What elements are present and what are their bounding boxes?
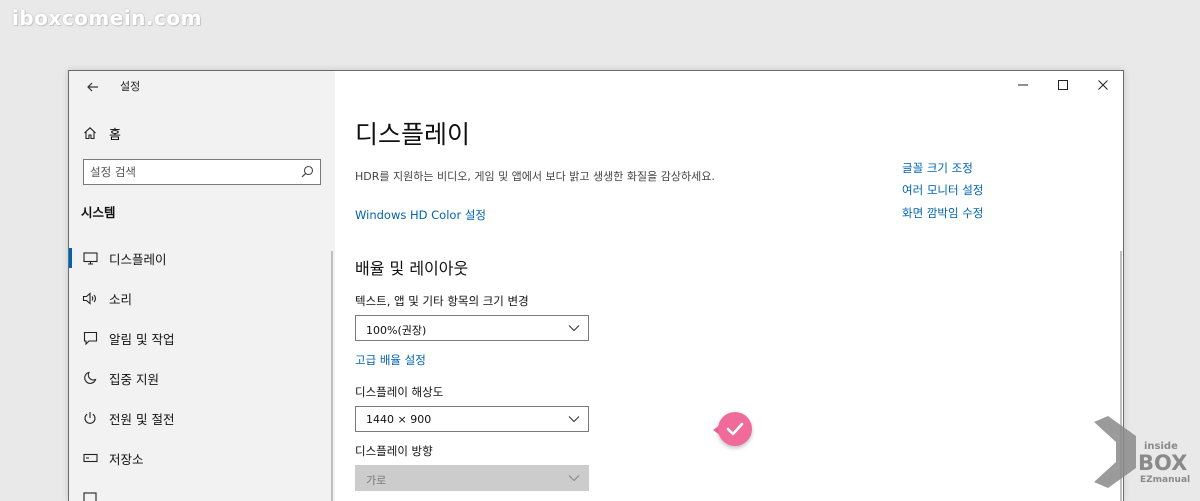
back-arrow-icon xyxy=(87,82,98,92)
sidebar-item-label: 집중 지원 xyxy=(109,371,159,387)
sidebar-item-label: 전원 및 절전 xyxy=(109,411,175,427)
home-icon xyxy=(84,127,96,140)
sidebar: 설정 홈 시스템 디스플레이 소리 알림 및 작업 xyxy=(69,71,335,501)
sidebar-item-label: 소리 xyxy=(109,291,133,307)
storage-icon xyxy=(81,449,99,467)
screen-flicker-link[interactable]: 화면 깜박임 수정 xyxy=(902,205,983,221)
watermark-text: iboxcomein.com xyxy=(12,6,202,30)
main-panel: 디스플레이 HDR를 지원하는 비디오, 게임 및 앱에서 보다 밝고 생생한 … xyxy=(335,71,1123,501)
hdr-color-link[interactable]: Windows HD Color 설정 xyxy=(355,207,486,223)
scale-layout-heading: 배율 및 레이아웃 xyxy=(355,259,469,278)
back-button[interactable] xyxy=(81,77,105,97)
notification-icon xyxy=(81,329,99,347)
search-icon xyxy=(301,165,314,178)
sidebar-item-home[interactable]: 홈 xyxy=(83,123,121,143)
monitor-icon xyxy=(81,249,99,267)
speaker-icon xyxy=(81,289,99,307)
sidebar-item-label: 디스플레이 xyxy=(109,251,167,267)
sidebar-item-label: 알림 및 작업 xyxy=(109,331,175,347)
checkmark-icon xyxy=(726,422,744,436)
checkmark-badge xyxy=(718,412,752,446)
sidebar-scrollbar[interactable] xyxy=(331,251,333,501)
chevron-down-icon xyxy=(568,325,580,332)
search-input[interactable] xyxy=(90,164,290,180)
moon-icon xyxy=(81,369,99,387)
orientation-label: 디스플레이 방향 xyxy=(355,444,433,458)
window-title: 설정 xyxy=(120,80,141,93)
text-size-dropdown[interactable]: 100%(권장) xyxy=(355,315,589,341)
sidebar-item-notifications[interactable]: 알림 및 작업 xyxy=(69,324,335,352)
multi-monitor-link[interactable]: 여러 모니터 설정 xyxy=(902,182,983,198)
window-controls xyxy=(1003,71,1123,99)
hdr-description: HDR를 지원하는 비디오, 게임 및 앱에서 보다 밝고 생생한 화질을 감상… xyxy=(355,170,715,183)
chevron-down-icon xyxy=(568,475,580,482)
logo-text-middle: BOX xyxy=(1138,451,1187,475)
close-icon xyxy=(1098,80,1108,90)
section-title: 시스템 xyxy=(81,205,116,220)
logo-text-bottom: EZmanual xyxy=(1140,475,1190,485)
tablet-icon xyxy=(81,489,99,501)
power-icon xyxy=(81,409,99,427)
font-size-link[interactable]: 글꼴 크기 조정 xyxy=(902,160,973,176)
settings-window: 설정 홈 시스템 디스플레이 소리 알림 및 작업 xyxy=(68,70,1124,501)
sidebar-item-focus-assist[interactable]: 집중 지원 xyxy=(69,364,335,392)
sidebar-item-storage[interactable]: 저장소 xyxy=(69,444,335,472)
dropdown-value: 100%(권장) xyxy=(366,324,427,337)
dropdown-value: 1440 × 900 xyxy=(366,413,432,426)
search-field[interactable] xyxy=(83,159,321,185)
page-title: 디스플레이 xyxy=(355,120,471,149)
home-label: 홈 xyxy=(109,127,121,143)
maximize-button[interactable] xyxy=(1043,71,1083,99)
maximize-icon xyxy=(1058,80,1068,90)
sidebar-item-partial xyxy=(69,484,335,501)
orientation-dropdown[interactable]: 가로 xyxy=(355,465,589,491)
advanced-scaling-link[interactable]: 고급 배율 설정 xyxy=(355,352,426,368)
resolution-label: 디스플레이 해상도 xyxy=(355,385,444,399)
resolution-dropdown[interactable]: 1440 × 900 xyxy=(355,406,589,432)
close-button[interactable] xyxy=(1083,71,1123,99)
sidebar-item-power[interactable]: 전원 및 절전 xyxy=(69,404,335,432)
sidebar-item-label: 저장소 xyxy=(109,451,144,467)
insidebox-logo: inside BOX EZmanual xyxy=(1094,416,1190,488)
sidebar-item-sound[interactable]: 소리 xyxy=(69,284,335,312)
minimize-button[interactable] xyxy=(1003,71,1043,99)
dropdown-value: 가로 xyxy=(366,474,387,487)
chevron-down-icon xyxy=(568,416,580,423)
text-size-label: 텍스트, 앱 및 기타 항목의 크기 변경 xyxy=(355,294,529,308)
minimize-icon xyxy=(1018,84,1028,86)
sidebar-item-display[interactable]: 디스플레이 xyxy=(69,244,335,272)
